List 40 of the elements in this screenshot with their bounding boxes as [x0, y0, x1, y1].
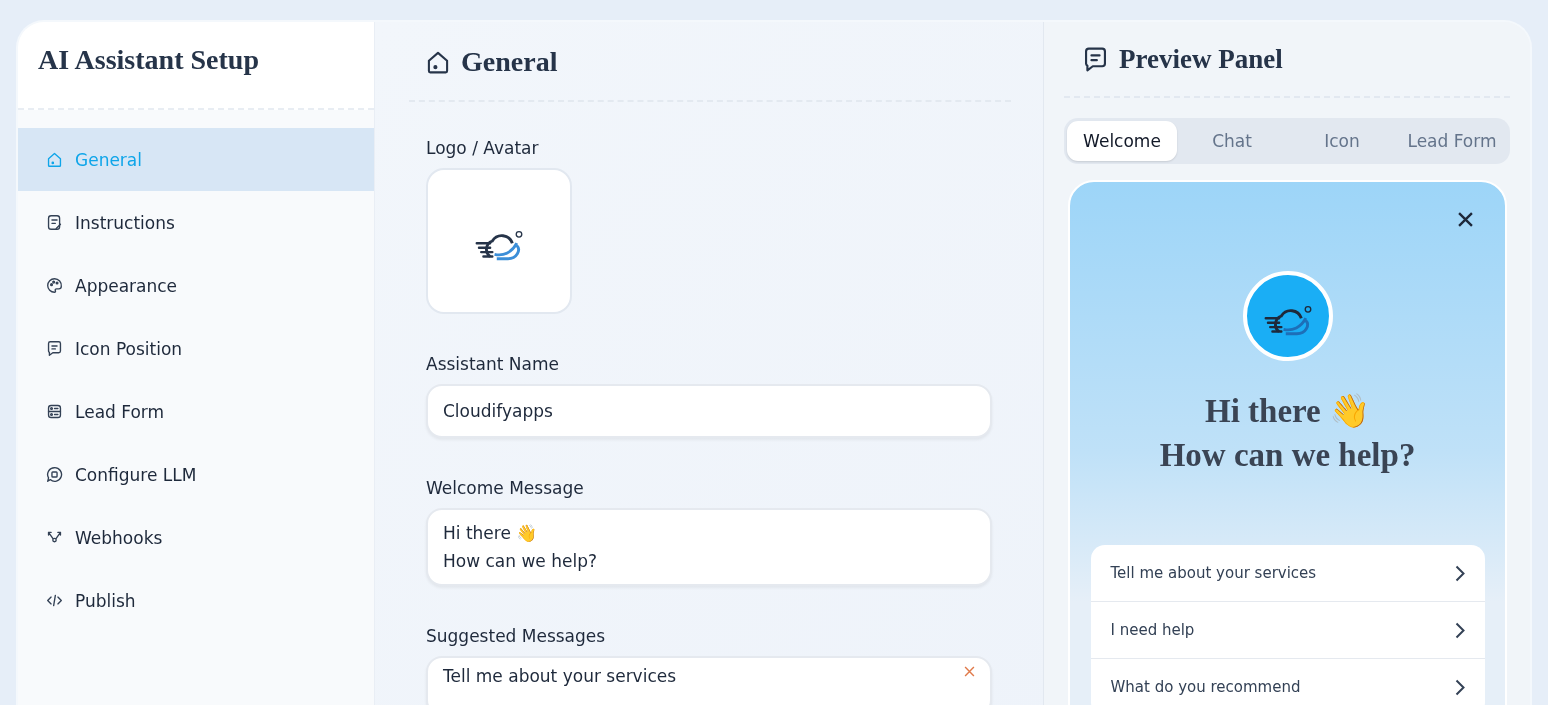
chevron-right-icon	[1454, 678, 1465, 696]
form-icon	[46, 403, 63, 420]
logo-upload[interactable]	[426, 168, 572, 314]
field-label: Logo / Avatar	[426, 138, 540, 158]
section-title: General	[461, 46, 558, 78]
note-icon	[46, 214, 63, 231]
sidebar-item[interactable]: Icon Position	[18, 317, 374, 380]
message-text: Tell me about your services	[443, 666, 677, 686]
field-label: Welcome Message	[426, 478, 585, 498]
field-label: Suggested Messages	[426, 626, 607, 646]
sidebar-item[interactable]: Configure LLM	[18, 443, 374, 506]
close-icon[interactable]	[1458, 212, 1473, 227]
home-icon	[425, 49, 451, 75]
home-icon	[46, 151, 63, 168]
preview-tab[interactable]: Chat	[1177, 121, 1287, 161]
sidebar-item[interactable]: Publish	[18, 569, 374, 632]
input-field[interactable]: Cloudifyapps	[426, 384, 992, 438]
app-title: AI Assistant Setup	[38, 44, 259, 76]
preview-tab[interactable]: Welcome	[1067, 121, 1177, 161]
sidebar-item[interactable]: Webhooks	[18, 506, 374, 569]
preview-tab[interactable]: Icon	[1287, 121, 1397, 161]
greeting-heading: Hi there 👋 How can we help?	[1159, 392, 1416, 475]
code-icon	[46, 592, 63, 609]
remove-icon[interactable]	[964, 666, 975, 677]
field-label: Assistant Name	[426, 354, 560, 374]
chevron-right-icon	[1454, 564, 1465, 582]
input-field[interactable]: Hi there 👋 How can we help?	[426, 508, 992, 586]
sidebar-item[interactable]: Instructions	[18, 191, 374, 254]
suggestion-item[interactable]: Tell me about your services	[1090, 545, 1485, 602]
palette-icon	[46, 277, 63, 294]
chat-icon	[46, 340, 63, 357]
sidebar-item[interactable]: Lead Form	[18, 380, 374, 443]
sidebar-item[interactable]: Appearance	[18, 254, 374, 317]
chat-icon	[1082, 45, 1109, 73]
suggestion-item[interactable]: What do you recommend	[1090, 659, 1485, 705]
suggestion-item[interactable]: I need help	[1090, 602, 1485, 659]
preview-tab[interactable]: Lead Form	[1397, 121, 1507, 161]
chip-icon	[46, 466, 63, 483]
panel-title: Preview Panel	[1119, 43, 1283, 75]
chevron-right-icon	[1454, 621, 1465, 639]
